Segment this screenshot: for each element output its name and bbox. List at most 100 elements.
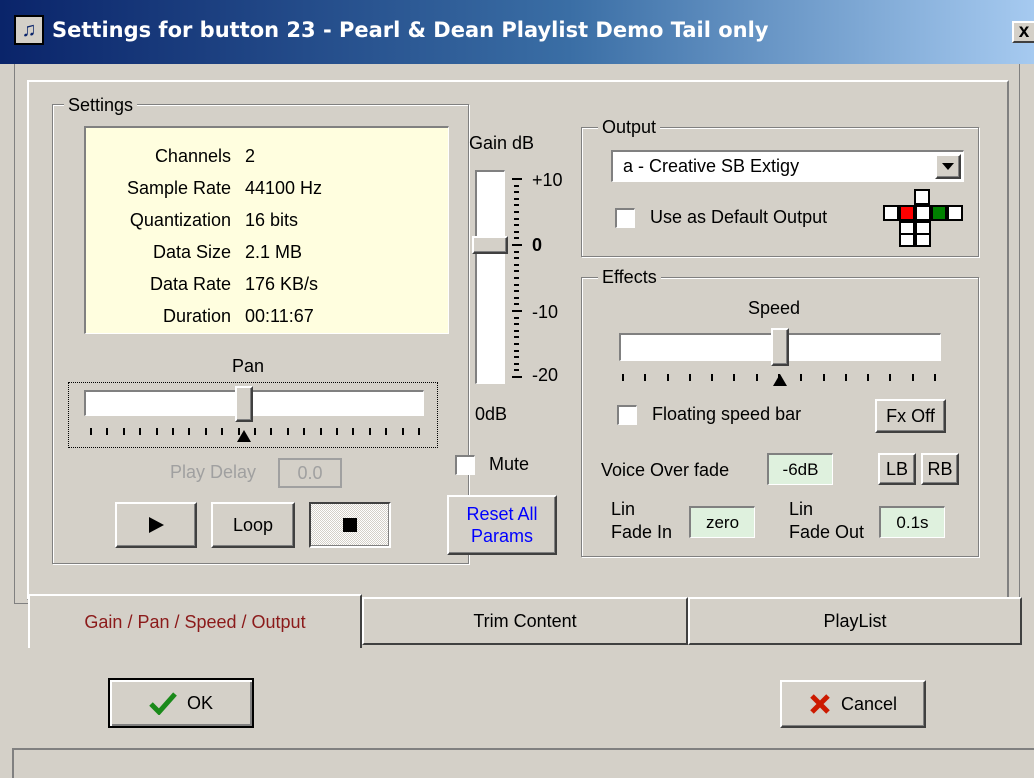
cancel-label: Cancel	[840, 693, 898, 714]
reset-label-line2: Params	[470, 526, 533, 546]
chevron-down-icon	[942, 162, 954, 170]
stop-button[interactable]	[309, 502, 391, 548]
info-label-data-size: Data Size	[152, 242, 231, 262]
default-output-checkbox[interactable]	[615, 208, 635, 228]
fade-in-value[interactable]: zero	[689, 506, 755, 538]
tick-mark	[90, 428, 92, 435]
tick-mark	[402, 428, 404, 435]
tick-mark	[512, 178, 522, 180]
tick-mark	[369, 428, 371, 435]
fade-out-label-line2: Fade Out	[789, 522, 865, 542]
speed-label: Speed	[748, 298, 801, 318]
tick-mark	[514, 330, 519, 332]
tick-mark	[106, 428, 108, 435]
cancel-button[interactable]: Cancel	[780, 680, 926, 728]
gain-scale-plus10: +10	[532, 170, 563, 190]
info-label-quantization: Quantization	[129, 210, 231, 230]
tick-mark	[514, 369, 519, 371]
tick-mark	[336, 428, 338, 435]
checkmark-icon	[149, 692, 177, 715]
tab-gain-pan-speed-output-label: Gain / Pan / Speed / Output	[84, 611, 306, 632]
play-button[interactable]	[115, 502, 197, 548]
settings-legend: Settings	[64, 95, 138, 116]
info-value-duration: 00:11:67	[245, 306, 314, 326]
tick-mark	[156, 428, 158, 435]
tick-mark	[221, 428, 223, 435]
tick-mark	[385, 428, 387, 435]
gain-ticks	[512, 178, 524, 378]
loop-label: Loop	[232, 514, 274, 535]
gain-value-label: 0dB	[475, 404, 508, 424]
loop-button[interactable]: Loop	[211, 502, 295, 548]
lb-label: LB	[885, 458, 909, 479]
tick-mark	[254, 428, 256, 435]
reset-all-params-button[interactable]: Reset All Params	[447, 495, 557, 555]
gain-scale-minus20: -20	[532, 365, 559, 385]
play-icon	[149, 517, 164, 533]
tab-playlist-label: PlayList	[823, 610, 887, 631]
tick-mark	[418, 428, 420, 435]
tick-mark	[172, 428, 174, 435]
output-device-select[interactable]: a - Creative SB Extigy	[611, 150, 964, 182]
tab-playlist[interactable]: PlayList	[688, 597, 1022, 645]
gain-slider-thumb[interactable]	[472, 235, 508, 254]
pan-label: Pan	[232, 356, 265, 376]
voice-over-fade-value[interactable]: -6dB	[767, 453, 833, 485]
play-delay-field[interactable]: 0.0	[278, 458, 342, 488]
tick-mark	[889, 374, 891, 381]
tick-mark	[123, 428, 125, 435]
fade-in-label-line1: Lin	[611, 499, 636, 519]
effects-legend: Effects	[598, 267, 661, 288]
tick-mark	[514, 317, 519, 319]
gain-slider-track[interactable]	[475, 170, 505, 384]
tick-mark	[514, 284, 519, 286]
tick-mark	[205, 428, 207, 435]
rb-label: RB	[927, 458, 953, 479]
tick-mark	[512, 376, 522, 378]
tick-mark	[514, 323, 519, 325]
rb-button[interactable]: RB	[921, 453, 959, 485]
tick-mark	[514, 356, 519, 358]
ok-button[interactable]: OK	[108, 678, 254, 728]
tick-mark	[270, 428, 272, 435]
default-output-label: Use as Default Output	[650, 207, 828, 227]
speed-slider-thumb[interactable]	[771, 328, 789, 366]
tick-mark	[514, 257, 519, 259]
fx-off-button[interactable]: Fx Off	[875, 399, 946, 433]
info-value-data-size: 2.1 MB	[245, 242, 303, 262]
lb-button[interactable]: LB	[878, 453, 916, 485]
info-value-channels: 2	[245, 146, 256, 166]
tick-mark	[514, 343, 519, 345]
floating-speed-bar-checkbox[interactable]	[617, 405, 637, 425]
tick-mark	[514, 264, 519, 266]
tick-mark	[514, 185, 519, 187]
tick-mark	[514, 237, 519, 239]
fade-out-value[interactable]: 0.1s	[879, 506, 945, 538]
mute-checkbox[interactable]	[455, 455, 475, 475]
tick-mark	[514, 211, 519, 213]
close-button[interactable]: x	[1012, 21, 1034, 43]
stop-icon	[343, 518, 357, 532]
tick-mark	[912, 374, 914, 381]
tick-mark	[514, 198, 519, 200]
tick-mark	[644, 374, 646, 381]
tab-trim-content[interactable]: Trim Content	[362, 597, 688, 645]
info-value-data-rate: 176 KB/s	[245, 274, 319, 294]
tick-mark	[514, 204, 519, 206]
dropdown-button[interactable]	[935, 154, 961, 179]
voice-over-fade-label: Voice Over fade	[601, 460, 730, 480]
tick-mark	[800, 374, 802, 381]
mute-label: Mute	[489, 454, 530, 474]
tab-gain-pan-speed-output[interactable]: Gain / Pan / Speed / Output	[28, 594, 362, 648]
pan-slider-thumb[interactable]	[235, 386, 253, 422]
speaker-layout-icon	[883, 189, 963, 247]
tick-mark	[514, 251, 519, 253]
pan-slider-track[interactable]	[84, 390, 424, 416]
info-label-duration: Duration	[162, 306, 231, 326]
tick-mark	[512, 244, 522, 246]
fx-off-label: Fx Off	[886, 405, 935, 426]
tick-mark	[514, 231, 519, 233]
fade-out-label-line1: Lin	[789, 499, 814, 519]
tick-mark	[514, 270, 519, 272]
info-value-quantization: 16 bits	[245, 210, 299, 230]
